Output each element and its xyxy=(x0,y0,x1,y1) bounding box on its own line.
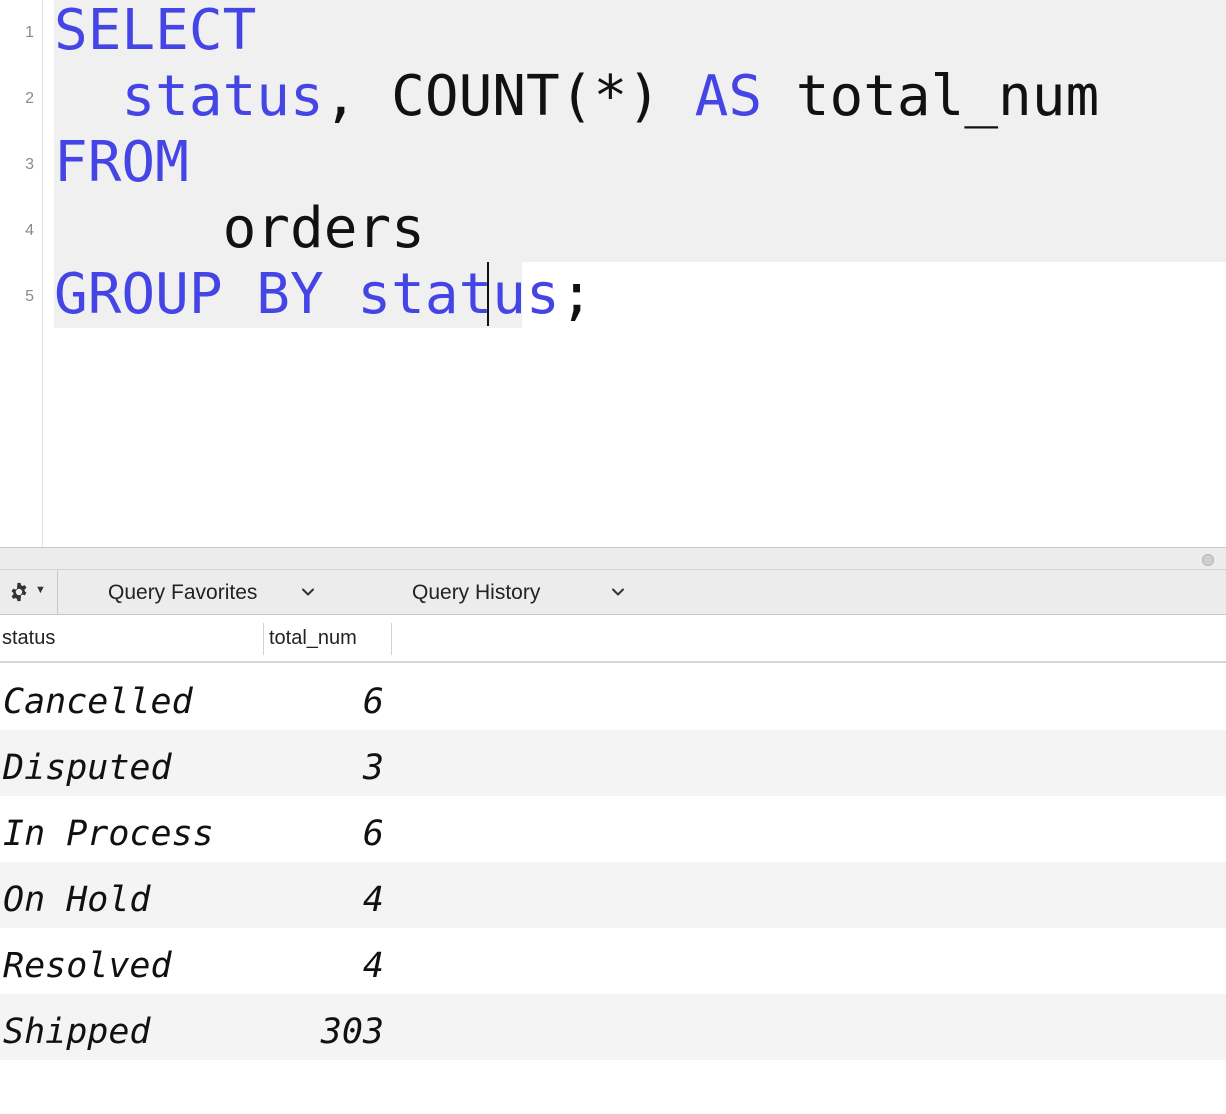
sql-text: , COUNT(*) xyxy=(323,64,695,129)
total-num-cell[interactable]: 6 xyxy=(262,664,384,730)
column-header-total-num[interactable]: total_num xyxy=(269,615,389,661)
sql-keyword: FROM xyxy=(54,130,189,195)
sql-text: total_num xyxy=(762,64,1100,129)
sql-text: ; xyxy=(559,262,594,327)
line-number: 5 xyxy=(25,288,34,305)
results-header: status total_num xyxy=(0,615,1226,663)
splitter-handle[interactable] xyxy=(1202,554,1214,566)
chevron-down-icon[interactable] xyxy=(610,584,626,600)
pane-splitter[interactable] xyxy=(0,547,1226,569)
code-line[interactable]: GROUP BY status; xyxy=(54,262,593,328)
total-num-cell[interactable]: 3 xyxy=(262,730,384,796)
results-grid: Cancelled 6 Disputed 3 In Process 6 On H… xyxy=(0,664,1226,1060)
status-cell[interactable]: Cancelled xyxy=(3,664,193,730)
table-row[interactable]: In Process 6 xyxy=(0,796,1226,862)
code-line[interactable]: FROM xyxy=(54,130,189,196)
query-toolbar: ▼ Query Favorites Query History xyxy=(0,569,1226,615)
chevron-down-icon[interactable] xyxy=(300,584,316,600)
code-line[interactable]: orders xyxy=(54,196,425,262)
gear-menu-button[interactable]: ▼ xyxy=(0,570,58,615)
total-num-cell[interactable]: 6 xyxy=(262,796,384,862)
line-number: 4 xyxy=(25,222,34,239)
query-favorites-menu[interactable]: Query Favorites xyxy=(108,570,257,615)
sql-keyword: status xyxy=(121,64,324,129)
total-num-cell[interactable]: 303 xyxy=(262,994,384,1060)
table-row[interactable]: Disputed 3 xyxy=(0,730,1226,796)
sql-keyword: GROUP BY status xyxy=(54,262,560,327)
table-row[interactable]: Cancelled 6 xyxy=(0,664,1226,730)
dropdown-triangle-icon: ▼ xyxy=(35,584,46,596)
status-cell[interactable]: In Process xyxy=(3,796,214,862)
line-number-gutter: 1 2 3 4 5 xyxy=(0,0,43,547)
column-resize-handle[interactable] xyxy=(263,623,264,655)
code-line[interactable]: status, COUNT(*) AS total_num xyxy=(54,64,1099,130)
status-cell[interactable]: Disputed xyxy=(3,730,172,796)
code-line[interactable]: SELECT xyxy=(54,0,256,64)
total-num-cell[interactable]: 4 xyxy=(262,862,384,928)
sql-keyword: SELECT xyxy=(54,0,257,63)
sql-editor[interactable]: 1 2 3 4 5 SELECT status, COUNT(*) AS tot… xyxy=(0,0,1226,547)
table-row[interactable]: Resolved 4 xyxy=(0,928,1226,994)
query-history-menu[interactable]: Query History xyxy=(412,570,540,615)
line-number: 3 xyxy=(25,156,34,173)
status-cell[interactable]: Resolved xyxy=(3,928,172,994)
table-row[interactable]: Shipped 303 xyxy=(0,994,1226,1060)
sql-text: orders xyxy=(54,196,425,261)
status-cell[interactable]: Shipped xyxy=(3,994,151,1060)
line-number: 2 xyxy=(25,90,34,107)
line-number: 1 xyxy=(25,24,34,41)
query-window: 1 2 3 4 5 SELECT status, COUNT(*) AS tot… xyxy=(0,0,1226,1114)
column-header-status[interactable]: status xyxy=(2,615,260,661)
gear-icon xyxy=(11,582,27,602)
query-history-label: Query History xyxy=(412,581,541,604)
text-cursor xyxy=(487,262,489,326)
status-cell[interactable]: On Hold xyxy=(3,862,151,928)
total-num-cell[interactable]: 4 xyxy=(262,928,384,994)
table-row[interactable]: On Hold 4 xyxy=(0,862,1226,928)
column-resize-handle[interactable] xyxy=(391,623,392,655)
query-favorites-label: Query Favorites xyxy=(108,581,258,604)
sql-keyword: AS xyxy=(694,64,763,129)
